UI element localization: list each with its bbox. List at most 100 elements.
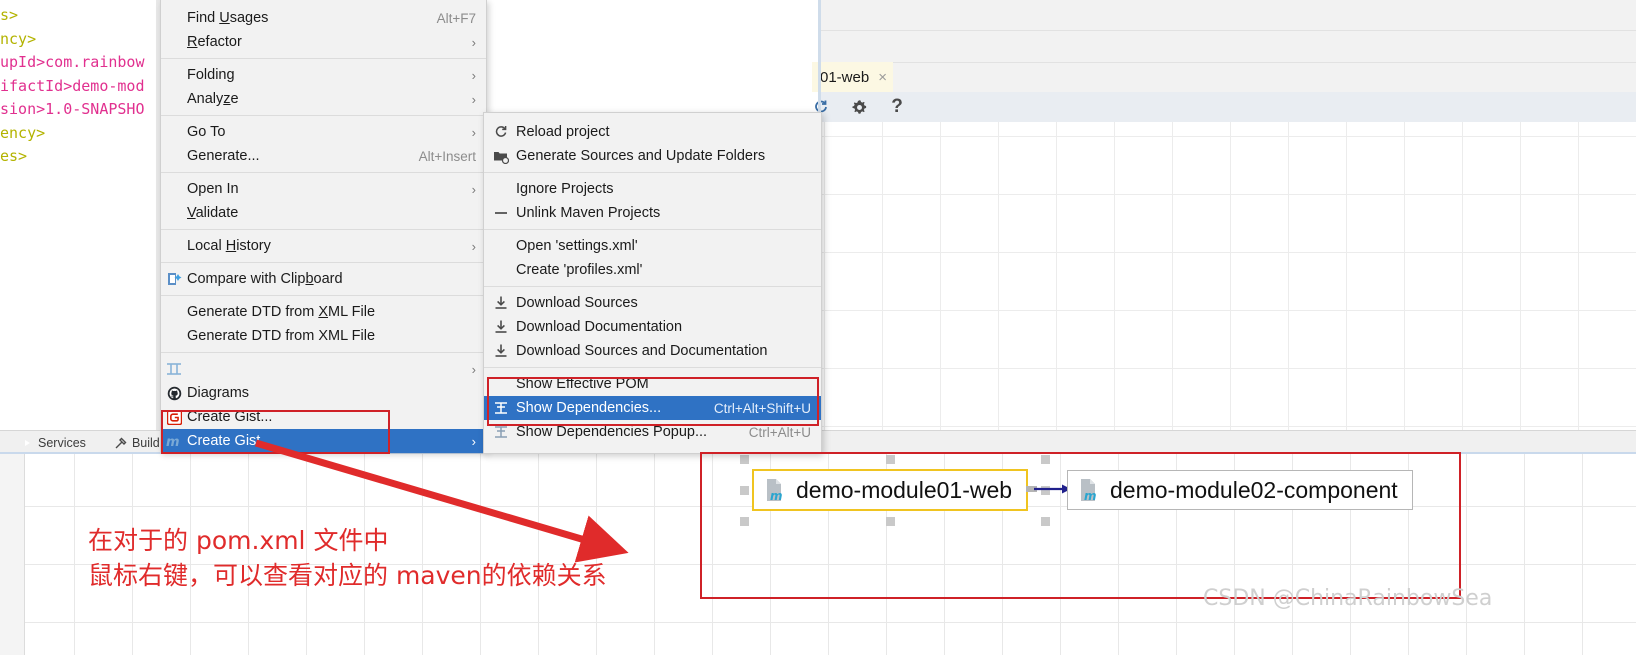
submenu-separator (484, 229, 821, 230)
code-line: ifactId>demo-mod (0, 75, 160, 99)
menu-item-diagrams[interactable]: › (161, 357, 486, 381)
download-icon (493, 295, 509, 311)
menu-item-label: Generate DTD from XML File (187, 328, 376, 344)
menu-item-label: Local History (187, 238, 271, 254)
menu-item-local-history[interactable]: Local History › (161, 234, 486, 258)
context-menu[interactable]: Find Usages Alt+F7 Refactor › Folding › … (160, 0, 487, 453)
menu-item-create-gist-github[interactable]: Diagrams (161, 381, 486, 405)
submenu-item-download-sources-and-documentation[interactable]: Download Sources and Documentation (484, 339, 821, 363)
submenu-item-label: Generate Sources and Update Folders (516, 148, 766, 164)
submenu-separator (484, 172, 821, 173)
menu-separator (161, 262, 486, 263)
submenu-separator (484, 286, 821, 287)
submenu-item-label: Download Sources (516, 295, 638, 311)
menu-item-generate-xsd-schema-from-xml-file[interactable]: Generate DTD from XML File (161, 324, 486, 348)
chevron-right-icon: › (471, 124, 476, 140)
menu-separator (161, 295, 486, 296)
code-line: upId>com.rainbow (0, 51, 160, 75)
code-line: s> (0, 4, 160, 28)
menu-separator (161, 172, 486, 173)
menu-item-label: Find Usages (187, 10, 269, 26)
status-bar-item-label: Services (38, 436, 86, 450)
menu-item-accelerator: Alt+F7 (436, 10, 476, 26)
annotation-highlight-diagram (700, 452, 1461, 599)
submenu-item-label: Open 'settings.xml' (516, 238, 638, 254)
close-icon[interactable]: × (878, 69, 887, 86)
submenu-item-label: Create 'profiles.xml' (516, 262, 643, 278)
chevron-right-icon: › (471, 67, 476, 83)
code-line-text: sion>1.0-SNAPSHO (0, 100, 145, 118)
annotation-line-2: 鼠标右键，可以查看对应的 maven的依赖关系 (88, 561, 607, 590)
code-line: ency> (0, 122, 160, 146)
code-editor-pane[interactable]: s> ncy> upId>com.rainbow ifactId>demo-mo… (0, 0, 160, 430)
submenu-item-reload-project[interactable]: Reload project (484, 120, 821, 144)
submenu-item-label: Download Sources and Documentation (516, 343, 768, 359)
menu-separator (161, 58, 486, 59)
gear-icon[interactable] (848, 96, 870, 118)
submenu-item-create-profiles-xml[interactable]: Create 'profiles.xml' (484, 258, 821, 282)
code-line-text: s> (0, 6, 19, 24)
menu-separator (161, 352, 486, 353)
diagram-toolbar[interactable]: ? (815, 92, 1636, 122)
code-line-text: upId>com.rainbow (0, 53, 145, 71)
menu-item-validate[interactable]: Validate (161, 201, 486, 225)
menu-separator (161, 229, 486, 230)
code-line-text: ncy> (0, 29, 37, 48)
annotation-line-1: 在对于的 pom.xml 文件中 (88, 526, 389, 555)
reload-icon (493, 124, 509, 140)
menu-item-analyze[interactable]: Analyze › (161, 87, 486, 111)
divider (818, 62, 1636, 63)
status-bar-item-services[interactable]: Services (20, 436, 86, 450)
menu-item-label: Go To (187, 124, 226, 140)
menu-item-go-to[interactable]: Go To › (161, 120, 486, 144)
menu-item-generate-dtd-from-xml-file[interactable]: Generate DTD from XML File (161, 300, 486, 324)
menu-item-label: Open In (187, 181, 239, 197)
menu-item-folding[interactable]: Folding › (161, 63, 486, 87)
menu-item-label: Folding (187, 67, 235, 83)
status-bar-item-label: Build (131, 436, 160, 450)
code-line-text: ency> (0, 123, 46, 142)
submenu-item-accelerator: Ctrl+Alt+U (748, 424, 811, 440)
annotation-text: 在对于的 pom.xml 文件中 鼠标右键，可以查看对应的 maven的依赖关系 (88, 523, 607, 593)
code-line-text: ifactId>demo-mod (0, 76, 145, 95)
submenu-item-label: Download Documentation (516, 319, 683, 335)
submenu-item-generate-sources-and-update-folders[interactable]: Generate Sources and Update Folders (484, 144, 821, 168)
menu-separator (161, 115, 486, 116)
annotation-highlight-show-dependencies (487, 377, 819, 426)
menu-item-find-usages[interactable]: Find Usages Alt+F7 (161, 6, 486, 30)
submenu-item-label: Ignore Projects (516, 181, 614, 197)
help-icon[interactable]: ? (886, 96, 908, 118)
submenu-item-download-documentation[interactable]: Download Documentation (484, 315, 821, 339)
download-icon (493, 343, 509, 359)
menu-item-label: Analyze (187, 91, 239, 107)
chevron-right-icon: › (471, 34, 476, 50)
menu-item-label: Diagrams (187, 385, 250, 401)
menu-item-open-in[interactable]: Open In › (161, 177, 486, 201)
menu-item-refactor[interactable]: Refactor › (161, 30, 486, 54)
play-icon (20, 437, 33, 450)
submenu-item-open-settings-xml[interactable]: Open 'settings.xml' (484, 234, 821, 258)
menu-item-generate[interactable]: Generate... Alt+Insert (161, 144, 486, 168)
chevron-right-icon: › (471, 181, 476, 197)
editor-tab-label: 01-web (820, 68, 870, 86)
menu-item-label: Refactor (187, 34, 242, 50)
code-line: ncy> (0, 28, 160, 52)
watermark: CSDN @ChinaRainbowSea (1203, 586, 1493, 611)
submenu-item-download-sources[interactable]: Download Sources (484, 291, 821, 315)
diagram-canvas-gutter (0, 452, 25, 655)
code-line: es> (0, 145, 160, 169)
editor-tab-demo-module01-web[interactable]: 01-web × (812, 62, 893, 92)
menu-item-compare-with-clipboard[interactable]: Compare with Clipboard (161, 267, 486, 291)
menu-item-label: Generate... (187, 148, 260, 164)
hammer-icon (114, 437, 127, 450)
submenu-item-label: Reload project (516, 124, 610, 140)
submenu-item-unlink-maven-projects[interactable]: Unlink Maven Projects (484, 201, 821, 225)
chevron-right-icon: › (471, 91, 476, 107)
submenu-item-ignore-projects[interactable]: Ignore Projects (484, 177, 821, 201)
menu-item-accelerator: Alt+Insert (418, 148, 476, 164)
status-bar-item-build[interactable]: Build (114, 436, 160, 450)
menu-item-label: Compare with Clipboard (187, 271, 343, 287)
minus-icon (493, 205, 509, 221)
clipboard-compare-icon (166, 271, 182, 287)
help-glyph: ? (891, 96, 903, 117)
